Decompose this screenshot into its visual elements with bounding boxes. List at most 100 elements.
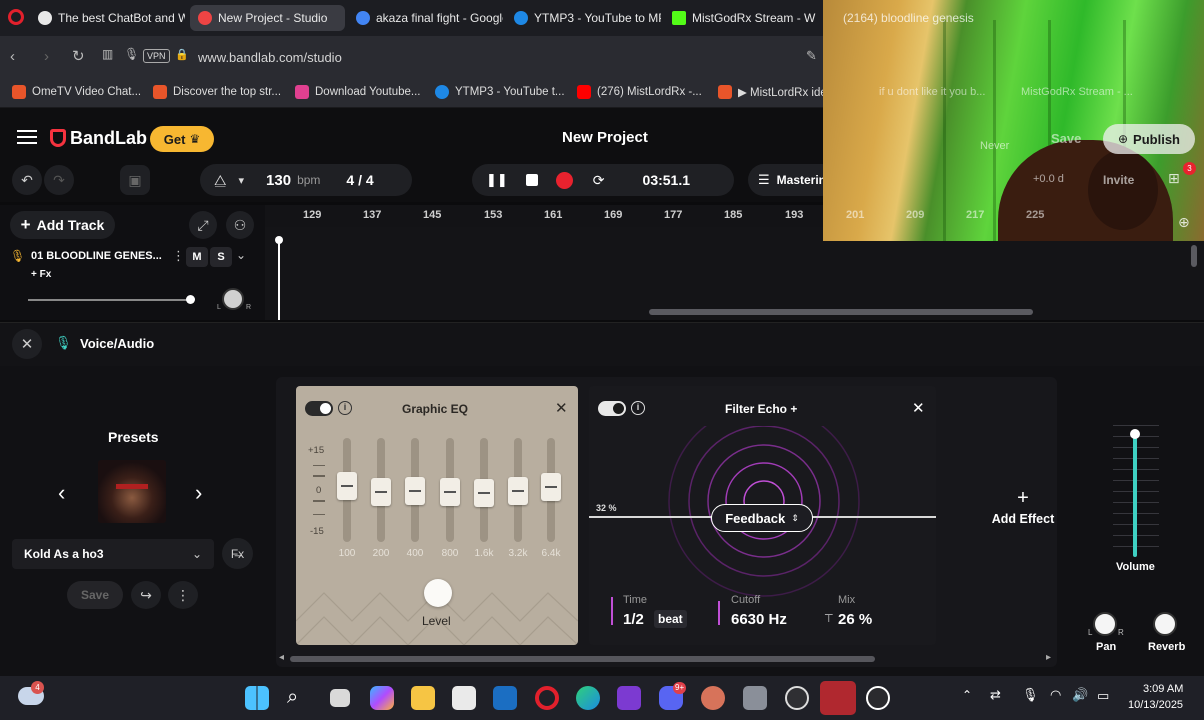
reverb-knob[interactable] [1153,612,1177,636]
close-icon[interactable]: ✕ [12,329,42,359]
eq-band-knob[interactable] [371,478,391,506]
app-avatar-icon[interactable] [701,686,725,710]
tab-kick-stream[interactable]: MistGodRx Stream - W [664,5,819,31]
time-signature[interactable]: 4 / 4 [346,172,373,188]
edge-icon[interactable] [576,686,600,710]
forward-icon[interactable]: › [44,48,49,65]
clear-fx-icon[interactable]: F̶x [222,538,253,569]
preset-save-button[interactable]: Save [67,581,123,609]
opera-logo-icon[interactable] [8,9,24,25]
bookmark-ytmp3[interactable]: YTMP3 - YouTube t... [435,85,565,99]
pan-knob[interactable] [1093,612,1117,636]
volume-thumb[interactable] [1130,429,1140,439]
eq-close-icon[interactable]: ✕ [555,399,568,417]
preset-avatar[interactable] [98,460,166,523]
preset-prev-icon[interactable]: ‹ [58,480,65,506]
bpm-value[interactable]: 130 [266,172,291,189]
preset-next-icon[interactable]: › [195,480,202,506]
opera-icon[interactable] [535,686,559,710]
solo-button[interactable]: S [210,247,232,267]
eq-info-icon[interactable]: i [338,401,352,415]
redo-icon[interactable]: ↷ [44,165,74,195]
vpn-badge[interactable]: VPN [143,49,170,63]
vertical-scrollbar[interactable] [1191,245,1197,267]
horizontal-scrollbar[interactable] [649,309,1033,315]
track-volume-slider[interactable] [28,299,192,301]
eq-band-knob[interactable] [474,479,494,507]
media-player-icon[interactable] [866,686,890,710]
chevron-up-icon[interactable]: ⌃ [962,688,972,702]
obs-icon[interactable] [785,686,809,710]
store-icon[interactable] [452,686,476,710]
gift-icon[interactable]: ⊞ [1168,170,1180,187]
time-value[interactable]: 1/2 [623,611,644,628]
clip-icon[interactable]: ▣ [120,165,150,195]
volume-slider[interactable] [1133,433,1137,557]
outlook-icon[interactable] [493,686,517,710]
invite-button[interactable]: Invite [1103,173,1134,187]
task-view-icon[interactable] [330,689,350,707]
feedback-select[interactable]: Feedback ⇕ [711,504,813,532]
preset-select[interactable]: Kold As a ho3 ⌄ [12,539,214,569]
app-logo[interactable]: BandLab [70,128,147,149]
eq-band-knob[interactable] [337,472,357,500]
chevron-down-icon[interactable]: ⌄ [236,248,246,262]
echo-toggle[interactable] [598,401,626,416]
eq-band-knob[interactable] [541,473,561,501]
track-volume-thumb[interactable] [186,295,195,304]
echo-close-icon[interactable]: ✕ [912,399,925,417]
record-icon[interactable] [555,171,573,189]
network-icon[interactable]: ⇄ [990,687,1001,703]
clipchamp-icon[interactable] [617,686,641,710]
wifi-icon[interactable]: ◠ [1050,687,1061,703]
windows-start-icon[interactable] [245,686,269,710]
mix-value[interactable]: 26 % [838,611,872,628]
get-button[interactable]: Get ♛ [150,126,214,152]
tab-bandlab-studio[interactable]: New Project - Studio [190,5,345,31]
bookmark-mistlordrx[interactable]: (276) MistLordRx -... [577,85,702,99]
level-knob[interactable] [424,579,452,607]
mic-icon[interactable]: 🎙 [124,47,139,61]
track-menu-icon[interactable]: ⋮ [172,248,185,264]
reload-icon[interactable]: ↻ [72,47,85,65]
cutoff-value[interactable]: 6630 Hz [731,611,787,628]
project-title[interactable]: New Project [562,129,648,146]
menu-icon[interactable] [17,130,37,144]
playhead[interactable] [278,239,280,320]
scroll-right-icon[interactable]: ▸ [1046,652,1051,663]
track-pan-knob[interactable] [222,288,244,310]
bookmark-discover[interactable]: Discover the top str... [153,85,281,99]
back-icon[interactable]: ‹ [10,48,15,65]
playhead-knob[interactable] [275,236,283,244]
fx-button[interactable]: + Fx [31,269,51,280]
scroll-left-icon[interactable]: ◂ [279,652,284,663]
volume-tray-icon[interactable]: 🔊 [1072,687,1088,703]
stop-icon[interactable] [525,174,538,186]
overlay-save[interactable]: Save [1051,131,1081,146]
loop-icon[interactable]: ⟳ [593,172,605,189]
metronome-icon[interactable]: ⧋ [214,172,227,189]
chevron-down-icon[interactable]: ▾ [239,174,245,187]
battery-icon[interactable]: ▭ [1097,688,1109,704]
tab-chatbot[interactable]: The best ChatBot and Wid [30,5,185,31]
camera-icon[interactable] [743,686,767,710]
publish-button[interactable]: ⊕ Publish [1103,124,1195,154]
copilot-icon[interactable] [370,686,394,710]
mic-tray-icon[interactable]: 🎙 [1022,687,1039,703]
tuner-icon[interactable]: ⚇ [226,211,254,239]
automation-icon[interactable]: ⤢ [189,211,217,239]
eq-toggle[interactable] [305,401,333,416]
more-icon[interactable]: ⋮ [168,581,198,609]
add-track-button[interactable]: + Add Track [10,211,115,239]
eq-band-knob[interactable] [508,477,528,505]
add-effect-button[interactable]: + Add Effect [985,488,1061,532]
time-unit[interactable]: beat [654,610,687,628]
tab-ytmp3[interactable]: YTMP3 - YouTube to MP3 [506,5,661,31]
track-name[interactable]: 01 BLOODLINE GENES... [31,250,162,262]
effects-scrollbar[interactable] [290,656,875,662]
bookmark-ometv[interactable]: OmeTV Video Chat... [12,85,141,99]
zoom-icon[interactable]: ⊕ [1178,214,1190,231]
eq-band-knob[interactable] [405,477,425,505]
undo-icon[interactable]: ↶ [12,165,42,195]
tab-google-search[interactable]: akaza final fight - Google [348,5,503,31]
